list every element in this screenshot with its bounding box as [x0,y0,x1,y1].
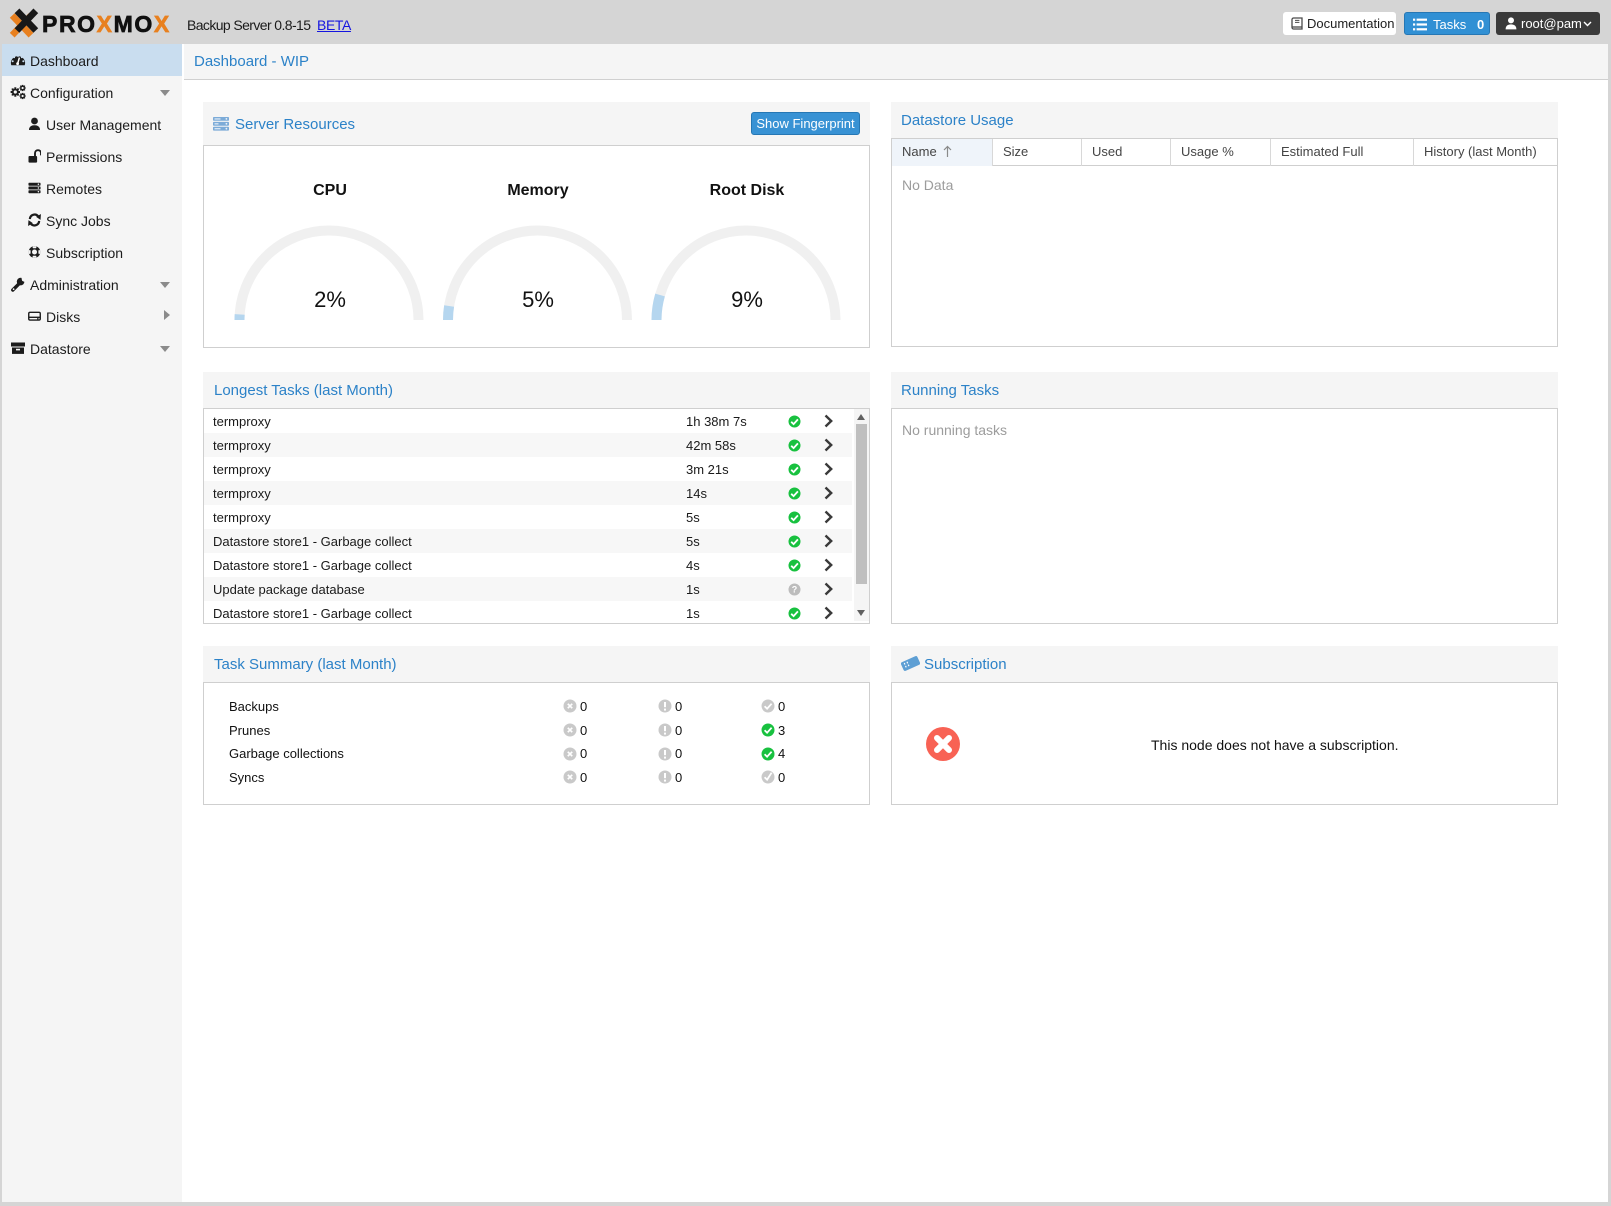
svg-text:?: ? [792,585,798,595]
